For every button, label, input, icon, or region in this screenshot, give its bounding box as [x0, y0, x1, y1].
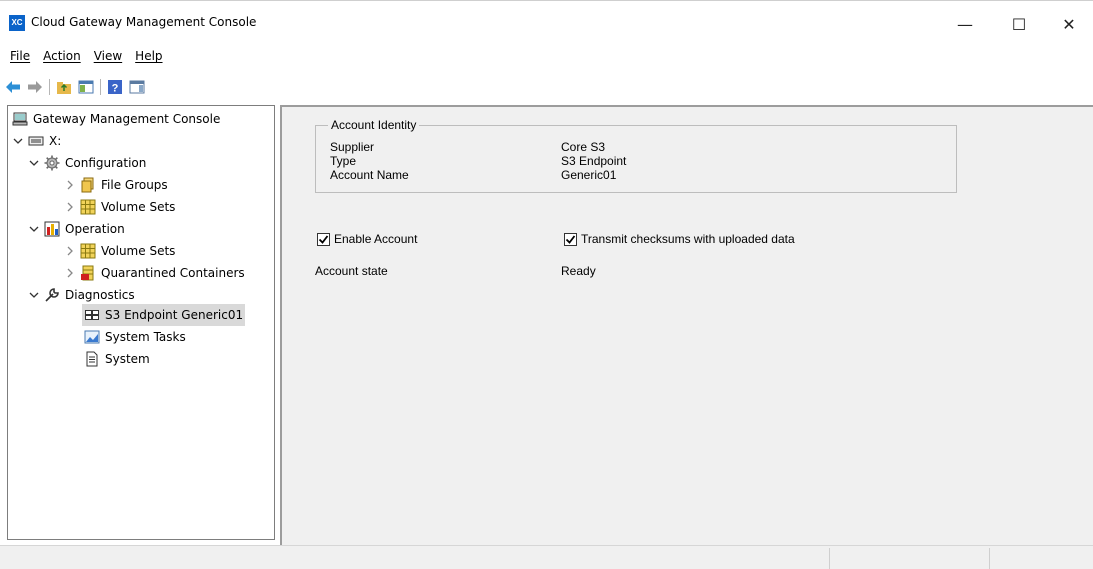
tree-item-file-groups[interactable]: File Groups	[64, 174, 168, 196]
status-divider	[829, 548, 830, 569]
toolbar: ?	[0, 74, 1093, 100]
tree-label: System	[105, 352, 150, 366]
svg-text:?: ?	[112, 83, 119, 95]
menu-bar: File Action View Help	[0, 44, 1093, 68]
tree-item-diagnostics[interactable]: Diagnostics	[28, 284, 135, 306]
menu-help[interactable]: Help	[135, 49, 162, 63]
window-title: Cloud Gateway Management Console	[31, 15, 257, 29]
tree-item-root[interactable]: Gateway Management Console	[12, 108, 220, 130]
chevron-down-icon[interactable]	[28, 157, 40, 169]
tree-label: Configuration	[65, 156, 147, 170]
tree-label: X:	[49, 134, 62, 148]
chevron-down-icon[interactable]	[28, 289, 40, 301]
enable-account-checkbox[interactable]: Enable Account	[317, 232, 417, 246]
tree-label: Volume Sets	[101, 200, 176, 214]
minimize-button[interactable]: —	[942, 9, 988, 39]
tree-label: Quarantined Containers	[101, 266, 245, 280]
endpoint-icon	[84, 307, 100, 323]
show-hide-console-tree-icon[interactable]	[78, 79, 94, 95]
supplier-value: Core S3	[561, 140, 606, 154]
forward-icon[interactable]	[27, 79, 43, 95]
toolbar-separator	[49, 79, 50, 95]
toolbar-separator	[100, 79, 101, 95]
chevron-right-icon[interactable]	[64, 179, 76, 191]
group-title: Account Identity	[328, 118, 420, 132]
console-tree: Gateway Management Console X: Configurat…	[7, 105, 275, 540]
file-groups-icon	[80, 177, 96, 193]
tree-label: S3 Endpoint Generic01	[105, 308, 244, 322]
tree-item-drive[interactable]: X:	[12, 130, 61, 152]
gear-icon	[44, 155, 60, 171]
tree-item-s3-endpoint[interactable]: S3 Endpoint Generic01	[82, 304, 246, 326]
chevron-down-icon[interactable]	[12, 135, 24, 147]
tree-item-volume-sets-op[interactable]: Volume Sets	[64, 240, 175, 262]
chevron-right-icon[interactable]	[64, 245, 76, 257]
help-icon[interactable]: ?	[107, 79, 123, 95]
account-identity-group: Account Identity Supplier Core S3 Type S…	[315, 118, 957, 193]
tree-item-quarantined-containers[interactable]: Quarantined Containers	[64, 262, 245, 284]
enable-account-label: Enable Account	[334, 232, 418, 246]
status-divider	[989, 548, 990, 569]
type-label: Type	[330, 154, 357, 168]
tree-label: File Groups	[101, 178, 168, 192]
wrench-icon	[44, 287, 60, 303]
back-icon[interactable]	[5, 79, 21, 95]
system-tasks-icon	[84, 329, 100, 345]
account-name-label: Account Name	[330, 168, 409, 182]
chevron-down-icon[interactable]	[28, 223, 40, 235]
app-icon: XC	[9, 15, 25, 31]
tree-label: Operation	[65, 222, 125, 236]
up-folder-icon[interactable]	[56, 79, 72, 95]
tree-label: Diagnostics	[65, 288, 135, 302]
menu-action[interactable]: Action	[43, 49, 81, 63]
transmit-checksums-checkbox[interactable]: Transmit checksums with uploaded data	[564, 232, 795, 246]
chevron-right-icon[interactable]	[64, 201, 76, 213]
computer-icon	[12, 111, 28, 127]
document-icon	[84, 351, 100, 367]
tree-label: Volume Sets	[101, 244, 176, 258]
bar-chart-icon	[44, 221, 60, 237]
menu-view[interactable]: View	[94, 49, 122, 63]
type-value: S3 Endpoint	[561, 154, 627, 168]
quarantined-containers-icon	[80, 265, 96, 281]
tree-item-volume-sets-config[interactable]: Volume Sets	[64, 196, 175, 218]
drive-icon	[28, 133, 44, 149]
tree-label: System Tasks	[105, 330, 186, 344]
tree-item-operation[interactable]: Operation	[28, 218, 125, 240]
volume-sets-icon	[80, 243, 96, 259]
tree-item-configuration[interactable]: Configuration	[28, 152, 146, 174]
account-name-value: Generic01	[561, 168, 617, 182]
transmit-checksums-label: Transmit checksums with uploaded data	[581, 232, 795, 246]
account-state-label: Account state	[315, 264, 388, 278]
menu-file[interactable]: File	[10, 49, 30, 63]
maximize-button[interactable]: ☐	[996, 9, 1042, 39]
tree-item-system-tasks[interactable]: System Tasks	[82, 326, 188, 348]
details-pane: Account Identity Supplier Core S3 Type S…	[280, 105, 1093, 545]
checkbox-checked-icon[interactable]	[317, 232, 330, 246]
volume-sets-icon	[80, 199, 96, 215]
close-button[interactable]: ✕	[1046, 9, 1092, 39]
tree-label: Gateway Management Console	[33, 112, 221, 126]
account-state-value: Ready	[561, 264, 596, 278]
show-hide-action-pane-icon[interactable]	[129, 79, 145, 95]
chevron-right-icon[interactable]	[64, 267, 76, 279]
tree-item-system[interactable]: System	[82, 348, 152, 370]
status-bar	[0, 545, 1093, 569]
title-bar: XC Cloud Gateway Management Console — ☐ …	[0, 0, 1093, 44]
supplier-label: Supplier	[330, 140, 375, 154]
checkbox-checked-icon[interactable]	[564, 232, 577, 246]
